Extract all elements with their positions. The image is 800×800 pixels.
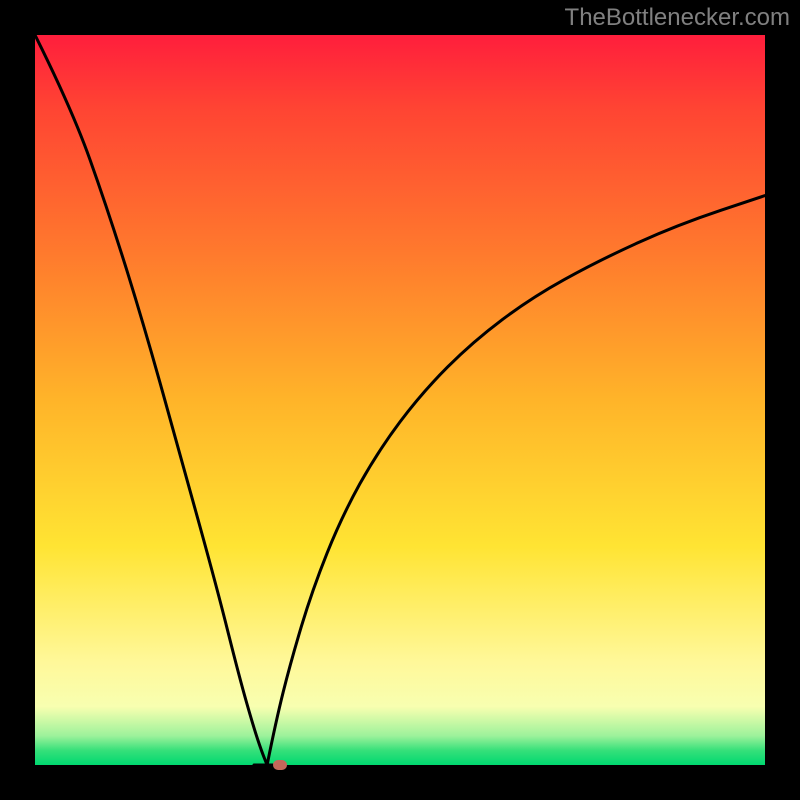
bottleneck-curve-left (35, 35, 267, 765)
bottleneck-marker (273, 760, 287, 770)
curve-layer (35, 35, 765, 765)
attribution-text: TheBottlenecker.com (565, 4, 790, 32)
bottleneck-curve-right (267, 196, 765, 765)
gradient-plot-area (35, 35, 765, 765)
chart-frame (0, 0, 800, 800)
